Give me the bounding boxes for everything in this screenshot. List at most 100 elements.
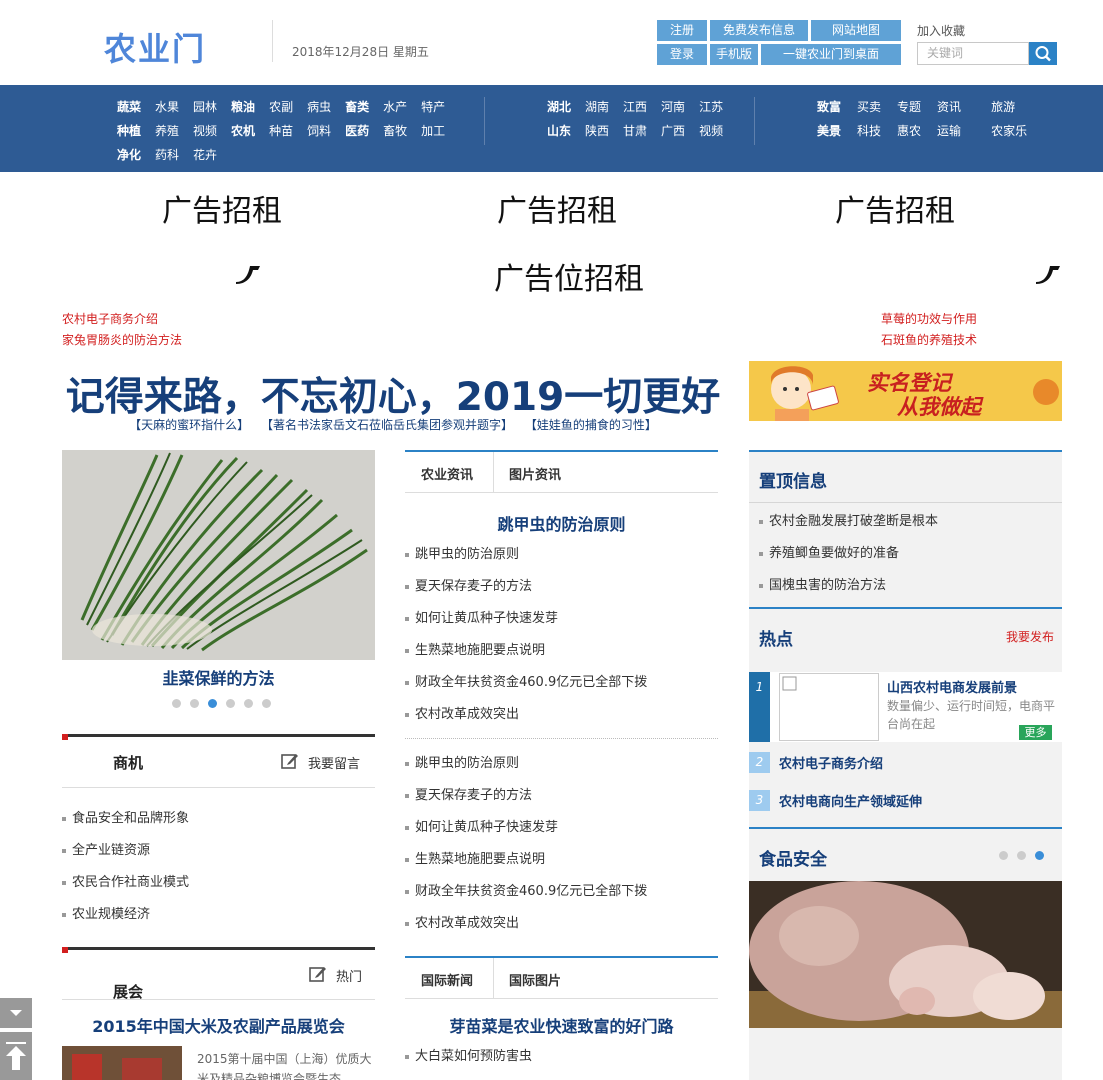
food-image[interactable] bbox=[749, 881, 1062, 1028]
scroll-arrow-left-icon[interactable] bbox=[232, 262, 264, 290]
news-item[interactable]: 生熟菜地施肥要点说明 bbox=[405, 639, 545, 658]
nav-link[interactable]: 江苏 bbox=[699, 95, 723, 119]
news-item[interactable]: 如何让黄瓜种子快速发芽 bbox=[405, 816, 558, 835]
pinned-item[interactable]: 国槐虫害的防治方法 bbox=[759, 574, 886, 593]
nav-link[interactable]: 医药 bbox=[345, 119, 369, 143]
shangji-item[interactable]: 全产业链资源 bbox=[62, 839, 150, 858]
nav-link[interactable]: 饲料 bbox=[307, 119, 331, 143]
register-link[interactable]: 注册 bbox=[657, 20, 707, 41]
mobile-link[interactable]: 手机版 bbox=[710, 44, 758, 65]
shangji-item[interactable]: 食品安全和品牌形象 bbox=[62, 807, 189, 826]
news-item[interactable]: 生熟菜地施肥要点说明 bbox=[405, 848, 545, 867]
nav-link[interactable]: 河南 bbox=[661, 95, 685, 119]
nav-link[interactable]: 农副 bbox=[269, 95, 293, 119]
scroll-arrow-right-icon[interactable] bbox=[1032, 262, 1064, 290]
slider-dot[interactable] bbox=[999, 851, 1008, 860]
news-item[interactable]: 财政全年扶贫资金460.9亿元已全部下拨 bbox=[405, 880, 647, 899]
ad-banner-1[interactable]: 广告招租 bbox=[162, 186, 282, 230]
slider-dot[interactable] bbox=[208, 699, 217, 708]
nav-link[interactable]: 水果 bbox=[155, 95, 179, 119]
headline-sublink[interactable]: 【天麻的蜜环指什么】 bbox=[129, 418, 249, 432]
nav-link[interactable]: 致富 bbox=[817, 95, 841, 119]
nav-link[interactable]: 药科 bbox=[155, 143, 179, 167]
slider-dot[interactable] bbox=[190, 699, 199, 708]
nav-link[interactable]: 专题 bbox=[897, 95, 921, 119]
nav-link[interactable]: 畜牧 bbox=[383, 119, 407, 143]
news-item[interactable]: 跳甲虫的防治原则 bbox=[405, 752, 519, 771]
ad-banner-2[interactable]: 广告招租 bbox=[497, 186, 617, 230]
expo-photo[interactable] bbox=[62, 1046, 182, 1080]
nav-link[interactable]: 运输 bbox=[937, 119, 961, 143]
nav-link[interactable]: 粮油 bbox=[231, 95, 255, 119]
nav-link[interactable]: 科技 bbox=[857, 119, 881, 143]
news-item[interactable]: 财政全年扶贫资金460.9亿元已全部下拨 bbox=[405, 671, 647, 690]
hot-edit-icon[interactable] bbox=[309, 965, 327, 987]
news-item[interactable]: 夏天保存麦子的方法 bbox=[405, 784, 532, 803]
slider-caption[interactable]: 韭菜保鲜的方法 bbox=[62, 665, 375, 689]
nav-link[interactable]: 花卉 bbox=[193, 143, 217, 167]
real-name-banner[interactable]: 实名登记 从我做起 bbox=[749, 361, 1062, 421]
nav-link[interactable]: 特产 bbox=[421, 95, 445, 119]
ad-banner-3[interactable]: 广告招租 bbox=[835, 186, 955, 230]
nav-link[interactable]: 视频 bbox=[699, 119, 723, 143]
slider-dot[interactable] bbox=[262, 699, 271, 708]
nav-link[interactable]: 惠农 bbox=[897, 119, 921, 143]
leave-message-link[interactable]: 我要留言 bbox=[308, 753, 360, 772]
red-link[interactable]: 农村电子商务介绍 bbox=[62, 310, 158, 327]
nav-link[interactable]: 广西 bbox=[661, 119, 685, 143]
publish-link[interactable]: 我要发布 bbox=[1006, 628, 1054, 645]
zhanhui-headline[interactable]: 2015年中国大米及农副产品展览会 bbox=[62, 1013, 375, 1037]
news-headline[interactable]: 跳甲虫的防治原则 bbox=[405, 511, 718, 535]
red-link[interactable]: 家兔胃肠炎的防治方法 bbox=[62, 331, 182, 348]
nav-link[interactable]: 园林 bbox=[193, 95, 217, 119]
sitemap-link[interactable]: 网站地图 bbox=[811, 20, 901, 41]
nav-link[interactable]: 美景 bbox=[817, 119, 841, 143]
news-item[interactable]: 农村改革成效突出 bbox=[405, 912, 519, 931]
nav-link[interactable]: 资讯 bbox=[937, 95, 961, 119]
nav-link[interactable]: 蔬菜 bbox=[117, 95, 141, 119]
nav-link[interactable]: 种植 bbox=[117, 119, 141, 143]
news-item[interactable]: 农村改革成效突出 bbox=[405, 703, 519, 722]
free-post-link[interactable]: 免费发布信息 bbox=[710, 20, 808, 41]
edit-icon[interactable] bbox=[281, 752, 299, 774]
intl-headline[interactable]: 芽苗菜是农业快速致富的好门路 bbox=[405, 1013, 718, 1037]
news-item[interactable]: 跳甲虫的防治原则 bbox=[405, 543, 519, 562]
nav-link[interactable]: 湖南 bbox=[585, 95, 609, 119]
headline-sublink[interactable]: 【著名书法家岳文石莅临岳氏集团参观并题字】 bbox=[261, 418, 513, 432]
shangji-item[interactable]: 农业规模经济 bbox=[62, 903, 150, 922]
nav-link[interactable]: 买卖 bbox=[857, 95, 881, 119]
slider-image[interactable] bbox=[62, 450, 375, 660]
red-link[interactable]: 草莓的功效与作用 bbox=[881, 310, 977, 327]
search-button[interactable] bbox=[1029, 42, 1057, 65]
desktop-shortcut-link[interactable]: 一键农业门到桌面 bbox=[761, 44, 901, 65]
nav-link[interactable]: 江西 bbox=[623, 95, 647, 119]
dropdown-button[interactable] bbox=[0, 998, 32, 1028]
nav-link[interactable]: 甘肃 bbox=[623, 119, 647, 143]
slider-dot[interactable] bbox=[1017, 851, 1026, 860]
nav-link[interactable]: 种苗 bbox=[269, 119, 293, 143]
back-to-top-button[interactable] bbox=[0, 1032, 32, 1080]
hot-first-title[interactable]: 山西农村电商发展前景 bbox=[887, 677, 1017, 696]
hot-link[interactable]: 热门 bbox=[336, 966, 362, 985]
nav-link[interactable]: 养殖 bbox=[155, 119, 179, 143]
red-link[interactable]: 石斑鱼的养殖技术 bbox=[881, 331, 977, 348]
nav-link[interactable]: 陕西 bbox=[585, 119, 609, 143]
headline-title[interactable]: 记得来路，不忘初心，2019一切更好 bbox=[62, 366, 724, 422]
pinned-item[interactable]: 养殖鲫鱼要做好的准备 bbox=[759, 542, 899, 561]
nav-link[interactable]: 山东 bbox=[547, 119, 571, 143]
nav-link[interactable]: 畜类 bbox=[345, 95, 369, 119]
headline-sublink[interactable]: 【娃娃鱼的捕食的习性】 bbox=[525, 418, 657, 432]
nav-link[interactable]: 净化 bbox=[117, 143, 141, 167]
nav-link[interactable]: 病虫 bbox=[307, 95, 331, 119]
news-item[interactable]: 如何让黄瓜种子快速发芽 bbox=[405, 607, 558, 626]
nav-link[interactable]: 旅游 bbox=[991, 95, 1015, 119]
slider-dot[interactable] bbox=[226, 699, 235, 708]
slider-dot[interactable] bbox=[1035, 851, 1044, 860]
add-favorite-link[interactable]: 加入收藏 bbox=[917, 22, 965, 39]
ad-wide[interactable]: 广告位招租 bbox=[494, 254, 644, 298]
nav-link[interactable]: 湖北 bbox=[547, 95, 571, 119]
slider-dot[interactable] bbox=[172, 699, 181, 708]
hot-item[interactable]: 农村电子商务介绍 bbox=[779, 753, 883, 772]
nav-link[interactable]: 视频 bbox=[193, 119, 217, 143]
tab-picture-news[interactable]: 图片资讯 bbox=[509, 464, 561, 483]
